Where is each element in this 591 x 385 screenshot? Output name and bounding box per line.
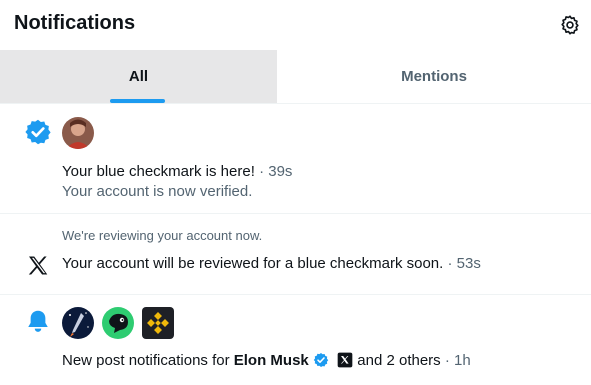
notification-tabs: All Mentions bbox=[0, 50, 591, 104]
notification-suffix: and 2 others bbox=[357, 352, 441, 369]
notification-context: We're reviewing your account now. bbox=[62, 228, 263, 243]
notification-text: New post notifications for Elon Musk and… bbox=[62, 351, 471, 371]
header: Notifications bbox=[0, 0, 591, 50]
notification-item[interactable]: New post notifications for Elon Musk and… bbox=[0, 295, 591, 385]
notification-prefix: New post notifications for bbox=[62, 352, 230, 369]
avatar[interactable] bbox=[62, 307, 94, 339]
notification-item[interactable]: We're reviewing your account now. Your a… bbox=[0, 214, 591, 295]
notification-item[interactable]: Your blue checkmark is here! · 39s Your … bbox=[0, 104, 591, 214]
x-affiliate-badge-icon bbox=[337, 352, 353, 368]
bell-icon bbox=[28, 310, 48, 332]
notification-subtitle: Your account is now verified. bbox=[62, 183, 253, 200]
avatar[interactable] bbox=[142, 307, 174, 339]
notification-time: · 39s bbox=[259, 163, 293, 180]
notification-account-name[interactable]: Elon Musk bbox=[234, 352, 309, 369]
avatar[interactable] bbox=[102, 307, 134, 339]
verified-badge-icon bbox=[25, 119, 51, 145]
notification-text: Your blue checkmark is here! · 39s bbox=[62, 162, 292, 182]
notification-time: · 1h bbox=[444, 352, 471, 369]
tab-all-label: All bbox=[128, 68, 149, 85]
active-tab-indicator bbox=[110, 99, 165, 103]
tab-mentions[interactable]: Mentions bbox=[277, 50, 591, 103]
notification-title: Your blue checkmark is here! bbox=[62, 163, 255, 180]
notification-time: · 53s bbox=[447, 255, 481, 272]
verified-badge-icon bbox=[313, 353, 329, 367]
tab-mentions-label: Mentions bbox=[401, 68, 467, 85]
notification-text: Your account will be reviewed for a blue… bbox=[62, 254, 481, 274]
notification-title: Your account will be reviewed for a blue… bbox=[62, 255, 444, 272]
page-title: Notifications bbox=[14, 12, 136, 34]
gear-icon[interactable] bbox=[559, 14, 581, 36]
avatar[interactable] bbox=[62, 117, 94, 149]
tab-all[interactable]: All bbox=[0, 50, 277, 103]
x-logo-icon bbox=[28, 256, 48, 275]
